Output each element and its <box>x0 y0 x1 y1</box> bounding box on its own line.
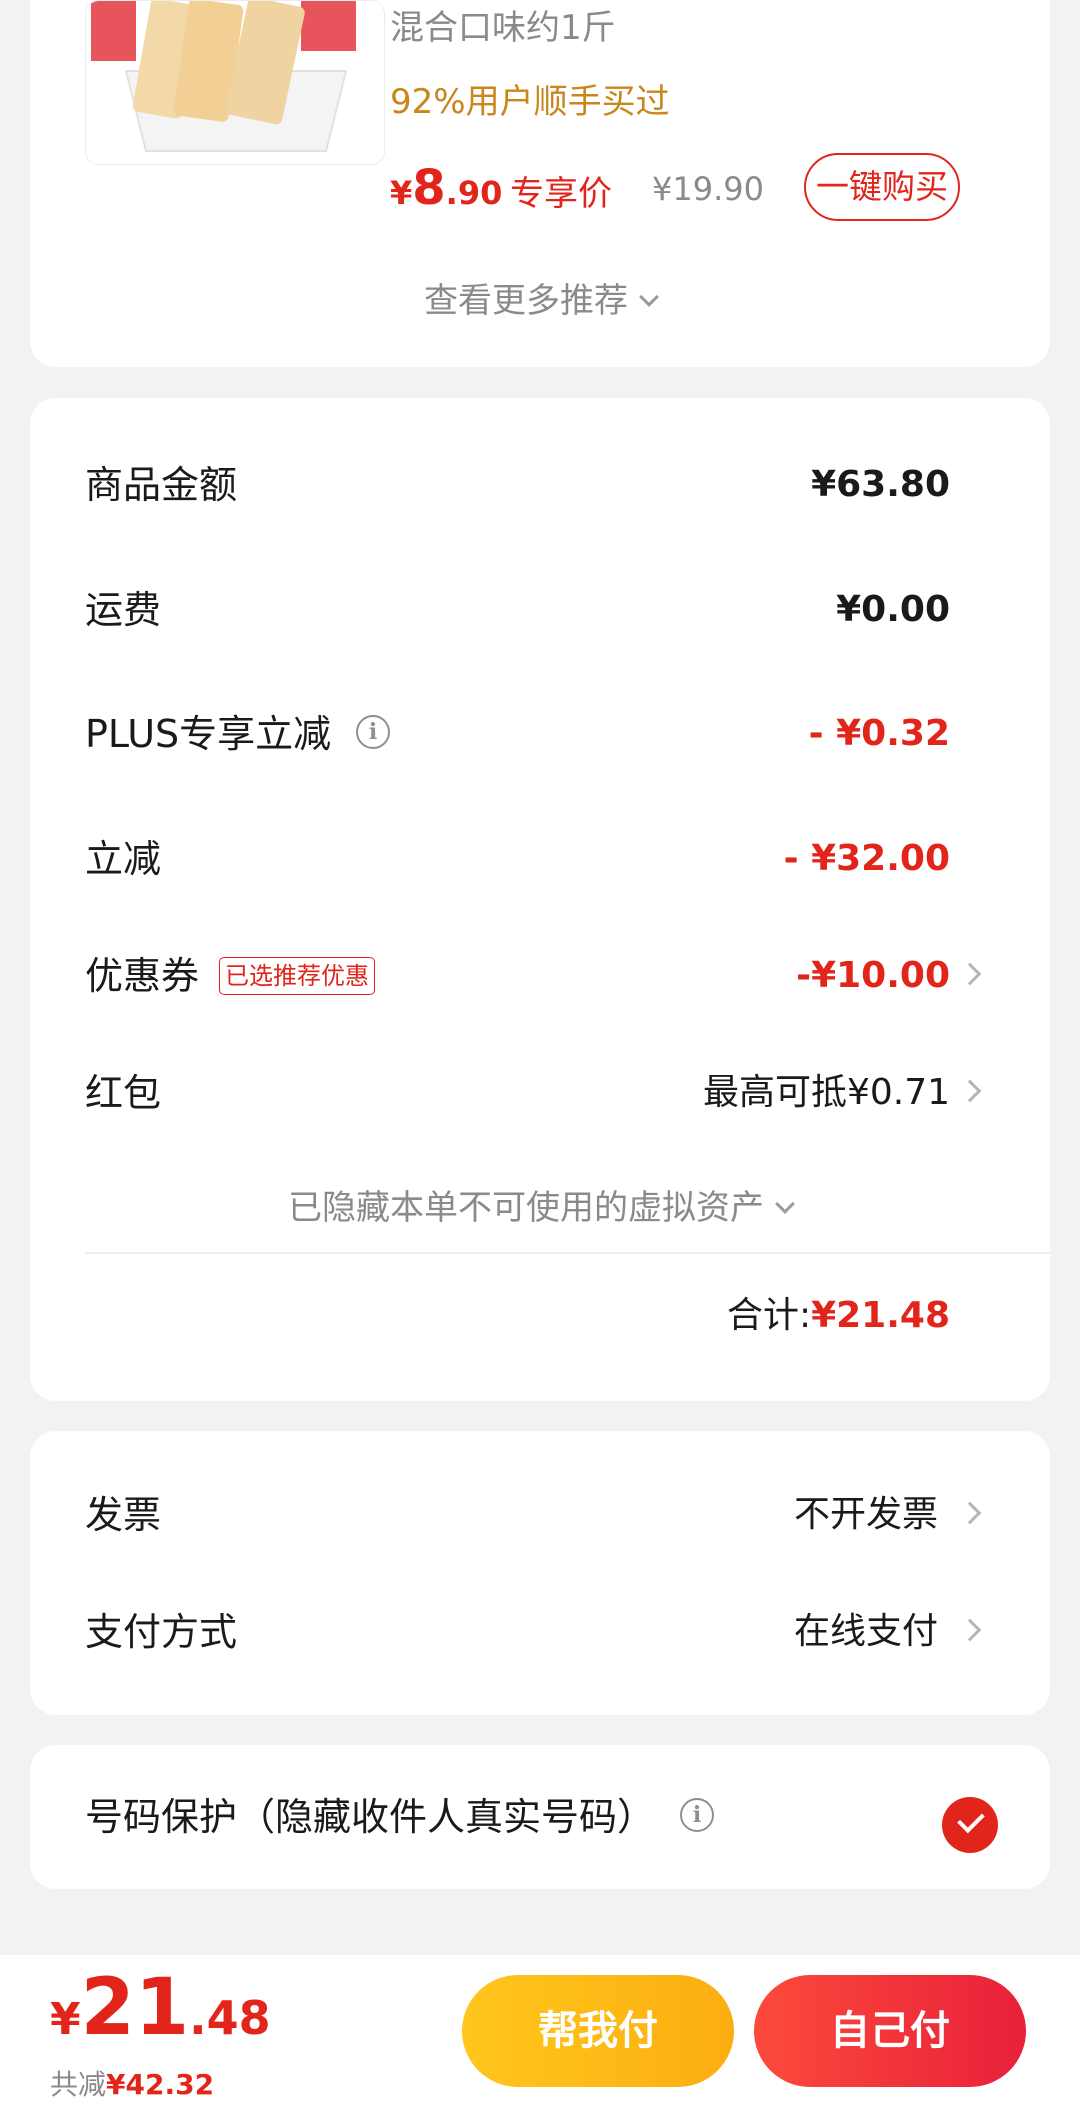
invoice-label: 发票 <box>85 1493 162 1537</box>
chevron-right-icon <box>958 962 982 986</box>
coupon-value: -¥10.00 <box>796 955 950 996</box>
rec-product-name: 混合口味约1斤 <box>390 8 616 48</box>
saved-label: 共减 <box>50 2068 107 2101</box>
plus-discount-label: PLUS专享立减 <box>85 712 332 756</box>
order-total: 合计:¥21.48 <box>727 1286 950 1338</box>
checkmark-icon[interactable] <box>942 1797 998 1853</box>
red-packet-row[interactable]: 红包 最高可抵¥0.71 <box>30 1063 1050 1123</box>
instant-discount-row: 立减 - ¥32.00 <box>30 829 1050 889</box>
total-value: ¥21.48 <box>811 1295 950 1336</box>
rec-price-integer: 8 <box>412 160 446 216</box>
pay-total-decimal: .48 <box>189 1991 271 2045</box>
invoice-row[interactable]: 发票 不开发票 <box>30 1485 1050 1545</box>
shipping-value: ¥0.00 <box>836 589 950 630</box>
total-label: 合计: <box>726 1295 812 1336</box>
instant-discount-value: - ¥32.00 <box>783 838 950 879</box>
see-more-recommendations[interactable]: 查看更多推荐 <box>30 273 1050 322</box>
instant-discount-label: 立减 <box>85 837 162 881</box>
hidden-assets-label: 已隐藏本单不可使用的虚拟资产 <box>288 1188 764 1228</box>
pay-myself-button[interactable]: 自己付 <box>754 1975 1026 2087</box>
invoice-value: 不开发票 <box>793 1494 938 1535</box>
number-protection-label: 号码保护（隐藏收件人真实号码） <box>85 1795 656 1839</box>
rec-price-symbol: ¥ <box>390 174 413 212</box>
red-packet-label: 红包 <box>85 1071 162 1115</box>
chevron-right-icon <box>958 1618 982 1642</box>
rec-bought-rate: 92%用户顺手买过 <box>390 82 670 122</box>
one-click-buy-button[interactable]: 一键购买 <box>804 153 960 221</box>
saved-value: ¥42.32 <box>106 2068 215 2101</box>
goods-amount-label: 商品金额 <box>85 463 238 507</box>
info-icon[interactable]: i <box>680 1798 714 1832</box>
total-saved: 共减¥42.32 <box>50 2063 214 2103</box>
invoice-payment-card: 发票 不开发票 支付方式 在线支付 <box>30 1431 1050 1715</box>
plus-discount-row: PLUS专享立减 i - ¥0.32 <box>30 704 1050 764</box>
shipping-row: 运费 ¥0.00 <box>30 580 1050 640</box>
order-summary-card: 商品金额 ¥63.80 运费 ¥0.00 PLUS专享立减 i - ¥0.32 … <box>30 398 1050 1401</box>
bottom-pay-bar: ¥21.48 共减¥42.32 帮我付 自己付 <box>0 1955 1080 2105</box>
goods-amount-row: 商品金额 ¥63.80 <box>30 455 1050 515</box>
pay-total-symbol: ¥ <box>50 1994 81 2045</box>
info-icon[interactable]: i <box>356 715 390 749</box>
goods-amount-value: ¥63.80 <box>811 464 950 505</box>
chevron-right-icon <box>958 1079 982 1103</box>
red-packet-value: 最高可抵¥0.71 <box>702 1072 950 1113</box>
rec-price: ¥8.90 <box>390 160 502 216</box>
divider <box>85 1252 1050 1254</box>
chevron-down-icon <box>775 1194 795 1214</box>
number-protection-card: 号码保护（隐藏收件人真实号码） i <box>30 1745 1050 1889</box>
hidden-assets-toggle[interactable]: 已隐藏本单不可使用的虚拟资产 <box>30 1180 1050 1229</box>
payment-method-row[interactable]: 支付方式 在线支付 <box>30 1602 1050 1662</box>
chevron-right-icon <box>958 1501 982 1525</box>
pay-total: ¥21.48 <box>50 1963 271 2053</box>
chevron-down-icon <box>639 287 659 307</box>
coupon-row[interactable]: 优惠券 已选推荐优惠 -¥10.00 <box>30 946 1050 1006</box>
pay-total-integer: 21 <box>80 1963 190 2053</box>
shipping-label: 运费 <box>85 588 162 632</box>
product-thumbnail[interactable] <box>85 0 385 165</box>
see-more-label: 查看更多推荐 <box>424 281 628 321</box>
payment-method-value: 在线支付 <box>793 1611 938 1652</box>
rec-price-decimal: .90 <box>445 174 503 212</box>
payment-method-label: 支付方式 <box>85 1610 238 1654</box>
coupon-selected-tag: 已选推荐优惠 <box>219 957 375 995</box>
number-protection-row: 号码保护（隐藏收件人真实号码） i <box>30 1787 1050 1847</box>
plus-discount-value: - ¥0.32 <box>808 713 950 754</box>
rec-price-tag: 专享价 <box>510 174 612 214</box>
rec-original-price: ¥19.90 <box>652 170 764 208</box>
help-me-pay-button[interactable]: 帮我付 <box>462 1975 734 2087</box>
recommendation-card: 混合口味约1斤 92%用户顺手买过 ¥8.90 专享价 ¥19.90 一键购买 … <box>30 0 1050 367</box>
coupon-label: 优惠券 <box>85 954 200 998</box>
